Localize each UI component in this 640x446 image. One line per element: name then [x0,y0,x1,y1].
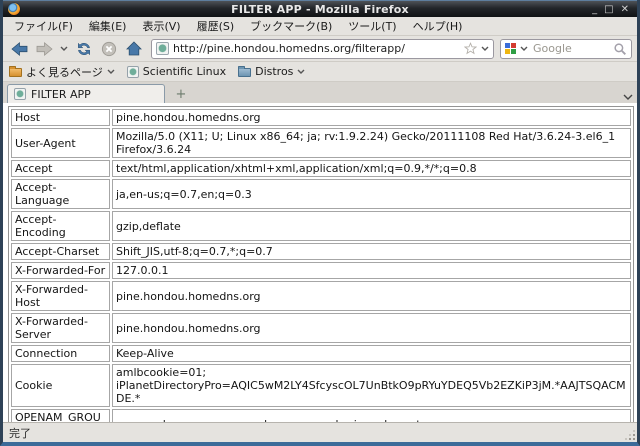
header-value-cell: 127.0.0.1 [112,262,631,279]
tab-filter-app[interactable]: FILTER APP [7,84,165,103]
browser-window: FILTER APP - Mozilla Firefox _ □ ✕ ファイル(… [0,0,640,446]
search-box[interactable] [500,39,632,59]
header-name-cell: User-Agent [11,128,110,158]
table-row: X-Forwarded-Server pine.hondou.homedns.o… [11,313,631,343]
menu-item[interactable]: 履歴(S) [190,16,242,36]
header-name-cell: X-Forwarded-Host [11,281,110,311]
table-row: Accept-Encoding gzip,deflate [11,211,631,241]
header-value-cell: ja,en-us;q=0.7,en;q=0.3 [112,179,631,209]
menu-item[interactable]: ツール(T) [341,16,403,36]
header-value-cell: text/html,application/xhtml+xml,applicat… [112,160,631,177]
home-button[interactable] [123,38,145,60]
tab-favicon-icon [14,88,26,100]
menu-item[interactable]: ヘルプ(H) [406,16,470,36]
status-text: 完了 [9,425,31,441]
menu-item[interactable]: ブックマーク(B) [243,16,339,36]
home-icon [126,41,142,56]
table-row: X-Forwarded-For 127.0.0.1 [11,262,631,279]
header-name-cell: Accept [11,160,110,177]
back-icon [11,41,28,57]
history-dropdown-button[interactable] [58,38,70,60]
menu-bar: ファイル(F)編集(E)表示(V)履歴(S)ブックマーク(B)ツール(T)ヘルプ… [3,17,637,36]
header-value-cell: Shift_JIS,utf-8;q=0.7,*;q=0.7 [112,243,631,260]
status-bar: 完了 [3,422,637,442]
bookmark-star-icon[interactable] [464,42,477,55]
table-row: Accept-Charset Shift_JIS,utf-8;q=0.7,*;q… [11,243,631,260]
table-row: Host pine.hondou.homedns.org [11,109,631,126]
request-headers-table: Host pine.hondou.homedns.org User-Agent … [8,106,634,422]
table-row: Accept text/html,application/xhtml+xml,a… [11,160,631,177]
search-input[interactable] [531,41,610,56]
tab-label: FILTER APP [31,88,91,101]
table-row: OPENAM_GROUP cn=employee,ou=groups,dc=op… [11,409,631,422]
bookmark-label: Scientific Linux [143,65,226,78]
stop-button[interactable] [98,38,120,60]
chevron-down-icon [60,46,68,51]
back-button[interactable] [8,38,30,60]
table-row: Accept-Language ja,en-us;q=0.7,en;q=0.3 [11,179,631,209]
header-name-cell: Accept-Encoding [11,211,110,241]
menu-item[interactable]: ファイル(F) [7,16,80,36]
bookmark-item[interactable]: Scientific Linux [127,65,226,78]
header-name-cell: Accept-Language [11,179,110,209]
bookmark-icon [127,66,139,78]
search-icon[interactable] [613,42,627,56]
google-logo-icon [505,43,517,55]
table-row: User-Agent Mozilla/5.0 (X11; U; Linux x8… [11,128,631,158]
header-value-cell: Keep-Alive [112,345,631,362]
navigation-toolbar [3,36,637,62]
new-tab-button[interactable]: + [169,86,193,103]
header-value-cell: amlbcookie=01; iPlanetDirectoryPro=AQIC5… [112,364,631,407]
reload-icon [76,41,92,57]
tab-bar: FILTER APP + [3,82,637,103]
header-value-cell: Mozilla/5.0 (X11; U; Linux x86_64; ja; r… [112,128,631,158]
header-name-cell: Host [11,109,110,126]
minimize-button[interactable]: _ [592,2,597,17]
header-name-cell: X-Forwarded-Server [11,313,110,343]
bookmark-label: よく見るページ [26,64,103,80]
header-name-cell: Accept-Charset [11,243,110,260]
stop-icon [101,41,117,57]
site-favicon-icon [156,42,169,55]
bookmark-icon [238,68,251,77]
menu-item[interactable]: 表示(V) [135,16,187,36]
header-value-cell: pine.hondou.homedns.org [112,313,631,343]
close-button[interactable]: ✕ [621,2,629,17]
resize-grip[interactable] [626,431,635,440]
header-value-cell: cn=employee,ou=groups,dc=opensso,dc=java… [112,409,631,422]
menu-item[interactable]: 編集(E) [82,16,134,36]
table-row: X-Forwarded-Host pine.hondou.homedns.org [11,281,631,311]
maximize-button[interactable]: □ [604,2,613,17]
chevron-down-icon [297,69,305,74]
url-bar[interactable] [151,39,494,59]
page-content: Host pine.hondou.homedns.org User-Agent … [3,103,637,422]
header-value-cell: gzip,deflate [112,211,631,241]
table-row: Connection Keep-Alive [11,345,631,362]
list-all-tabs-button[interactable] [623,94,633,100]
bookmarks-toolbar: よく見るページ Scientific Linux Distros [3,62,637,82]
chevron-down-icon [623,94,633,100]
header-name-cell: OPENAM_GROUP [11,409,110,422]
forward-button[interactable] [33,38,55,60]
bookmark-icon [9,68,22,77]
reload-button[interactable] [73,38,95,60]
table-row: Cookie amlbcookie=01; iPlanetDirectoryPr… [11,364,631,407]
title-bar: FILTER APP - Mozilla Firefox _ □ ✕ [3,0,637,17]
header-name-cell: Connection [11,345,110,362]
header-name-cell: X-Forwarded-For [11,262,110,279]
bookmark-label: Distros [255,65,293,78]
header-value-cell: pine.hondou.homedns.org [112,281,631,311]
header-value-cell: pine.hondou.homedns.org [112,109,631,126]
window-title: FILTER APP - Mozilla Firefox [3,3,637,16]
url-dropdown-icon[interactable] [481,46,489,51]
forward-icon [36,41,53,57]
header-name-cell: Cookie [11,364,110,407]
bookmark-item[interactable]: よく見るページ [9,64,115,80]
bookmark-item[interactable]: Distros [238,65,305,78]
chevron-down-icon [107,69,115,74]
url-input[interactable] [173,42,460,55]
search-engine-dropdown-icon[interactable] [520,46,528,51]
